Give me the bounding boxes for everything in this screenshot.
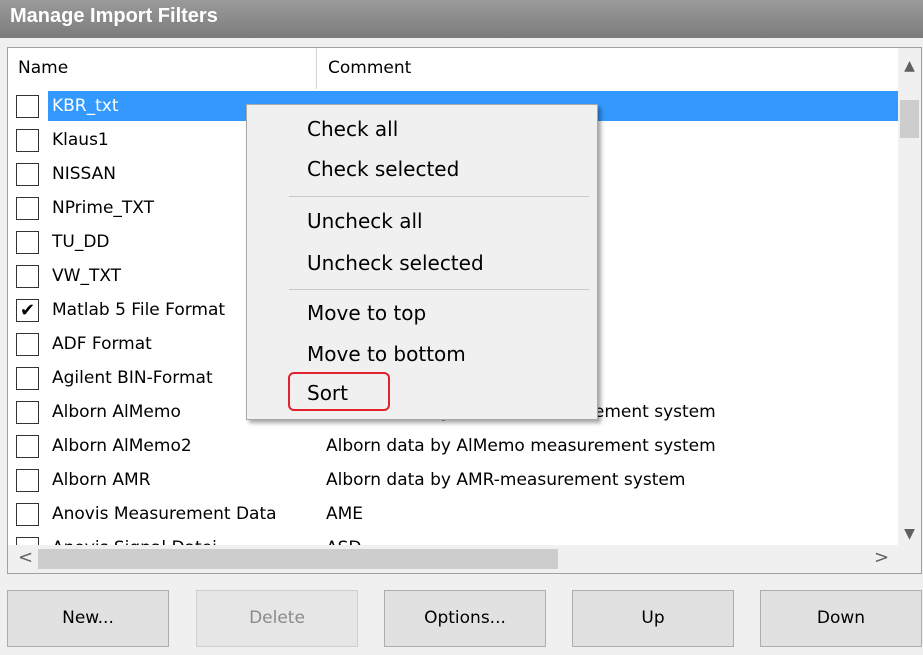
row-checkbox[interactable] [16,129,39,152]
row-comment: AME [326,504,364,524]
menu-separator [289,289,589,290]
column-header-name[interactable]: Name [8,48,317,89]
row-checkbox[interactable] [16,333,39,356]
row-checkbox[interactable] [16,95,39,118]
menu-item-check-selected[interactable]: Check selected [307,157,459,181]
scroll-down-icon[interactable]: ▼ [898,526,921,542]
row-checkbox[interactable] [16,367,39,390]
window-title: Manage Import Filters [10,5,218,27]
menu-item-uncheck-all[interactable]: Uncheck all [307,209,423,233]
up-button[interactable]: Up [572,590,734,647]
table-row[interactable]: Alborn AMR Alborn data by AMR-measuremen… [8,463,898,497]
table-row[interactable]: Anovis Signal Datei ASD [8,531,898,545]
delete-button: Delete [196,590,358,647]
scroll-up-icon[interactable]: ▲ [898,58,921,74]
scroll-left-icon[interactable]: < [18,547,33,568]
row-checkbox[interactable] [16,197,39,220]
row-name: Anovis Signal Datei [48,533,225,545]
row-name: Alborn AMR [52,470,151,490]
row-checkbox[interactable] [16,163,39,186]
options-button[interactable]: Options... [384,590,546,647]
row-checkbox[interactable] [16,469,39,492]
horizontal-scrollbar[interactable]: < > [8,545,898,573]
vertical-scrollbar[interactable]: ▲ ▼ [898,48,921,545]
menu-item-move-to-top[interactable]: Move to top [307,301,426,325]
new-button[interactable]: New... [7,590,169,647]
row-name: NISSAN [52,164,116,184]
table-row[interactable]: Alborn AlMemo2 Alborn data by AlMemo mea… [8,429,898,463]
row-checkbox[interactable] [16,435,39,458]
sort-highlight-box [288,372,390,411]
menu-item-uncheck-selected[interactable]: Uncheck selected [307,251,484,275]
row-checkbox[interactable] [16,231,39,254]
row-name: TU_DD [52,232,110,252]
row-name: Matlab 5 File Format [52,300,226,320]
row-checkbox-checked[interactable]: ✔ [16,299,39,322]
row-name: Alborn AlMemo2 [52,436,192,456]
row-comment: ASD [326,533,362,545]
list-header: Name Comment [8,48,898,89]
row-name: ADF Format [52,334,152,354]
row-checkbox[interactable] [16,503,39,526]
row-comment: Alborn data by AMR-measurement system [326,470,686,490]
menu-item-check-all[interactable]: Check all [307,117,398,141]
title-bar: Manage Import Filters [0,0,923,38]
row-comment: Alborn data by AlMemo measurement system [326,436,716,456]
row-checkbox[interactable] [16,265,39,288]
row-name: NPrime_TXT [52,198,155,218]
row-checkbox[interactable] [16,401,39,424]
menu-item-move-to-bottom[interactable]: Move to bottom [307,342,466,366]
scroll-right-icon[interactable]: > [874,547,889,568]
row-name: VW_TXT [52,266,122,286]
context-menu: Check all Check selected Uncheck all Unc… [246,104,598,420]
vertical-scroll-thumb[interactable] [900,100,919,138]
menu-separator [289,196,589,197]
scrollbar-corner [898,545,921,573]
down-button[interactable]: Down [760,590,922,647]
row-name: Alborn AlMemo [52,402,181,422]
row-name: Agilent BIN-Format [52,368,213,388]
horizontal-scroll-thumb[interactable] [38,549,558,569]
check-icon: ✔ [19,300,36,321]
column-header-comment[interactable]: Comment [318,48,898,89]
row-checkbox[interactable] [16,537,39,545]
row-name: Klaus1 [52,130,109,150]
row-name: Anovis Measurement Data [52,504,277,524]
table-row[interactable]: Anovis Measurement Data AME [8,497,898,531]
